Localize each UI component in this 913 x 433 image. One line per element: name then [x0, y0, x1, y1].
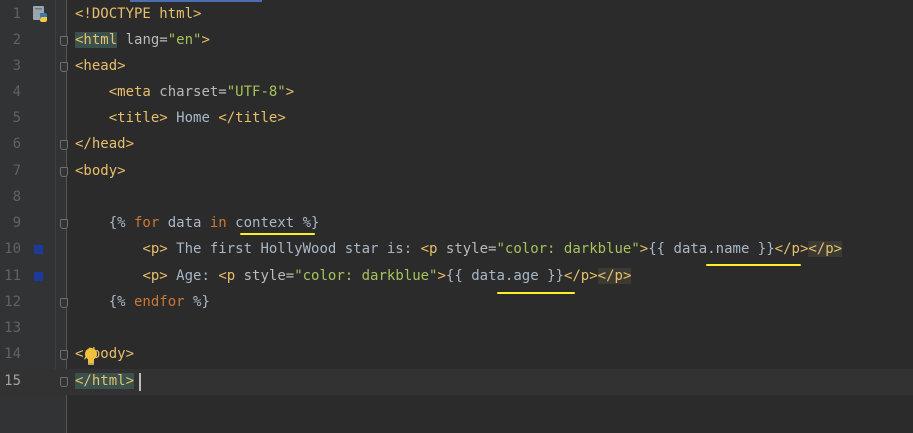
fold-marker-endfor[interactable]: [60, 298, 68, 308]
code-line-13[interactable]: 13: [0, 315, 913, 341]
html-close-tag: </html>: [75, 373, 135, 389]
in-keyword: in: [201, 215, 236, 231]
endfor-keyword: endfor: [125, 294, 194, 310]
template-expr-open: {{: [445, 268, 472, 284]
for-keyword: for: [125, 215, 168, 231]
code-line-4[interactable]: 4 <meta charset="UTF-8">: [0, 79, 913, 105]
fold-marker-body-end[interactable]: [60, 350, 68, 360]
fold-marker-html-end[interactable]: [60, 377, 68, 387]
p-open-tag: <p>: [142, 268, 168, 284]
line-number: 1: [12, 6, 21, 22]
head-close-tag: </head>: [75, 136, 135, 152]
code-line-10[interactable]: 10 <p> The first HollyWood star is: <p s…: [0, 236, 913, 262]
code-line-7[interactable]: 7 <body>: [0, 158, 913, 184]
title-text: Home: [167, 110, 219, 126]
attr-name: lang=: [117, 32, 168, 48]
template-tag-close: %}: [193, 294, 210, 310]
doctype-tag: <!DOCTYPE html>: [75, 6, 202, 22]
code-line-2[interactable]: 2 <html lang="en">: [0, 27, 913, 53]
code-line-6[interactable]: 6 </head>: [0, 131, 913, 157]
attr-value: "color: darkblue": [496, 241, 640, 257]
p-style-tag: <p: [218, 268, 236, 284]
text-caret: [139, 373, 141, 391]
fold-marker-head[interactable]: [60, 62, 68, 72]
fold-marker-for[interactable]: [60, 219, 68, 229]
attr-name: charset=: [150, 84, 227, 100]
line-number: 3: [12, 58, 21, 74]
template-expr-close: }}: [538, 268, 564, 284]
html-open-tag: <html: [75, 32, 118, 48]
tag-close: >: [437, 268, 446, 284]
head-open-tag: <head>: [75, 58, 126, 74]
line-number: 13: [4, 320, 21, 336]
title-open-tag: <title>: [108, 110, 168, 126]
paragraph-text: The first HollyWood star is:: [167, 241, 421, 257]
p-style-tag: <p: [420, 241, 438, 257]
loop-variable: data: [167, 215, 202, 231]
attr-name: style=: [235, 268, 295, 284]
attr-name: style=: [437, 241, 497, 257]
line-number: 12: [4, 294, 21, 310]
body-open-tag: <body>: [75, 163, 126, 179]
line-number: 11: [4, 268, 21, 284]
fold-marker-head-end[interactable]: [60, 140, 68, 150]
code-line-3[interactable]: 3 <head>: [0, 53, 913, 79]
code-line-12[interactable]: 12 {% endfor %}: [0, 289, 913, 315]
code-line-5[interactable]: 5 <title> Home </title>: [0, 105, 913, 131]
attr-value: "UTF-8": [226, 84, 286, 100]
bookmark-marker[interactable]: [34, 245, 43, 254]
context-underline: [240, 233, 315, 235]
tag-close: >: [201, 32, 210, 48]
line-number: 7: [12, 163, 21, 179]
lightbulb-icon[interactable]: [84, 347, 98, 367]
p-close-tag: </p>: [774, 241, 809, 257]
template-tag-close: %}: [294, 215, 320, 231]
line-number: 5: [12, 110, 21, 126]
bookmark-marker[interactable]: [34, 272, 43, 281]
p-close-tag-highlighted: </p>: [597, 268, 632, 284]
line-number: 10: [4, 241, 21, 257]
template-tag-open: {%: [108, 215, 126, 231]
paragraph-text: Age:: [167, 268, 219, 284]
data-age-underline: [497, 292, 575, 294]
context-variable: context: [235, 215, 295, 231]
data-name-expr: data.name: [673, 241, 750, 257]
line-number: 14: [4, 346, 21, 362]
fold-marker-html[interactable]: [60, 36, 68, 46]
p-close-tag-highlighted: </p>: [808, 241, 843, 257]
code-line-14[interactable]: 14 </body>: [0, 341, 913, 367]
line-number: 6: [12, 136, 21, 152]
code-line-8[interactable]: 8: [0, 184, 913, 210]
title-close-tag: </title>: [218, 110, 286, 126]
tag-close: >: [639, 241, 649, 257]
line-number: 4: [12, 84, 21, 100]
data-name-underline: [706, 264, 801, 266]
tag-close: >: [285, 84, 295, 100]
attr-value: "en": [167, 32, 202, 48]
line-number: 15: [4, 373, 21, 389]
fold-marker-body[interactable]: [60, 167, 68, 177]
line-number: 9: [12, 215, 21, 231]
template-expr-close: }}: [749, 241, 775, 257]
code-line-9[interactable]: 9 {% for data in context %}: [0, 210, 913, 236]
p-close-tag: </p>: [563, 268, 598, 284]
line-number: 8: [12, 189, 21, 205]
p-open-tag: <p>: [142, 241, 168, 257]
template-expr-open: {{: [648, 241, 674, 257]
meta-tag: <meta: [108, 84, 151, 100]
code-line-1[interactable]: 1 <!DOCTYPE html>: [0, 1, 913, 27]
code-line-15[interactable]: 15 </html>: [0, 368, 913, 394]
line-number: 2: [12, 32, 21, 48]
attr-value: "color: darkblue": [294, 268, 438, 284]
data-age-expr: data.age: [471, 268, 539, 284]
code-line-11[interactable]: 11 <p> Age: <p style="color: darkblue">{…: [0, 263, 913, 289]
template-tag-open: {%: [108, 294, 126, 310]
